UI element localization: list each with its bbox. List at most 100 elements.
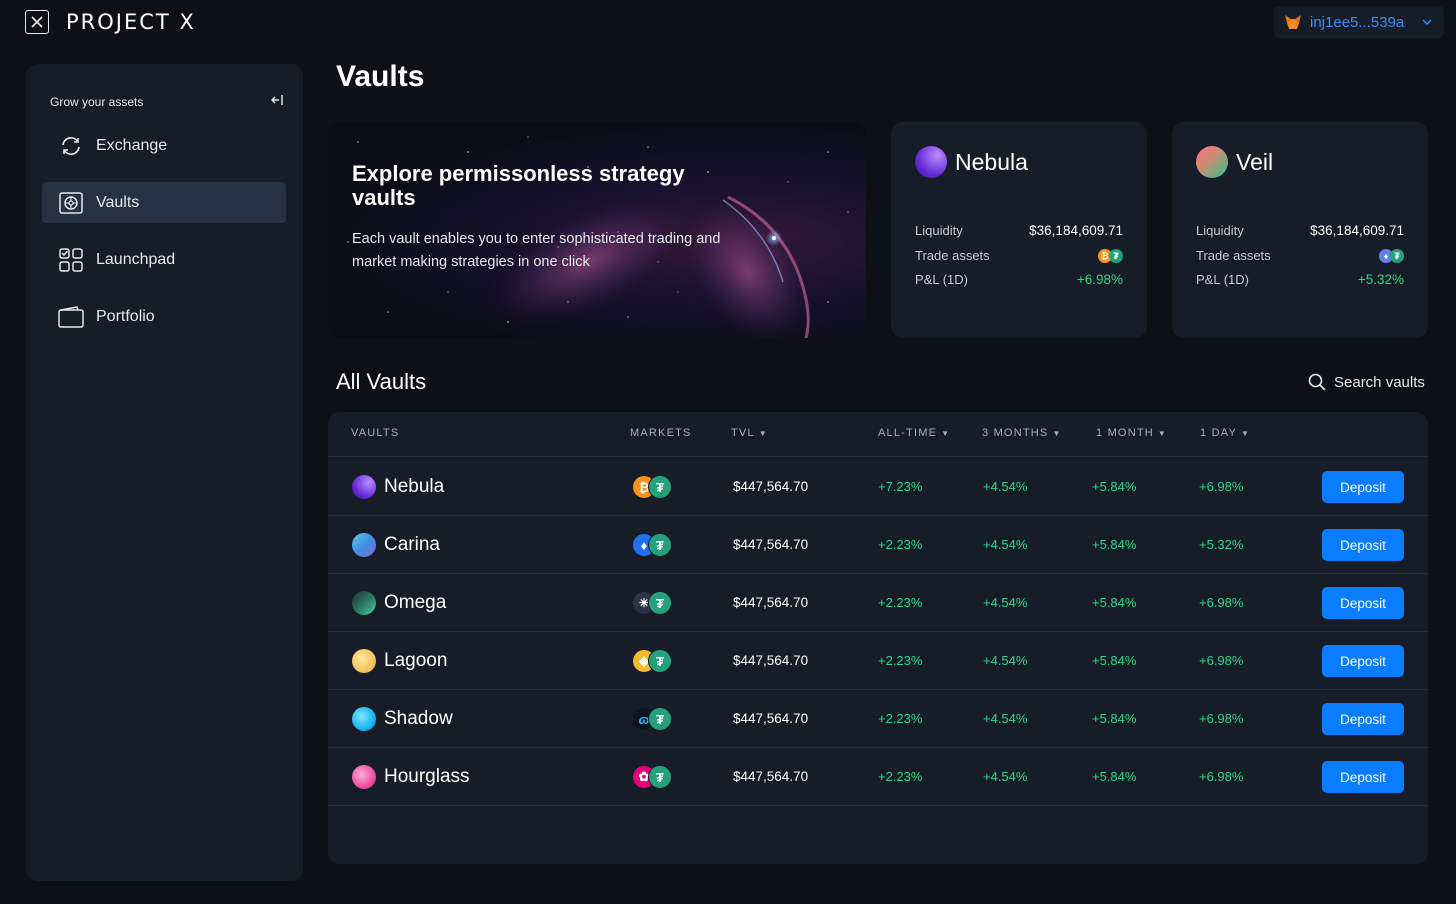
column-header-all-time[interactable]: ALL-TIME ▼ — [878, 427, 950, 439]
pnl-label: P&L (1D) — [1196, 272, 1249, 287]
vault-name: Lagoon — [384, 650, 448, 671]
1-day-return: +6.98% — [1199, 769, 1244, 784]
liquidity-label: Liquidity — [915, 223, 963, 238]
table-row[interactable]: Carina ♦ ₮ $447,564.70 +2.23% +4.54% +5.… — [328, 516, 1428, 574]
tether-icon: ₮ — [648, 649, 672, 673]
tether-icon: ₮ — [648, 765, 672, 789]
market-icons: ✿ ₮ — [632, 765, 672, 789]
sort-caret-icon: ▼ — [758, 429, 768, 438]
pnl-value: +6.98% — [1076, 272, 1123, 287]
wallet-icon — [58, 304, 84, 330]
tvl-value: $447,564.70 — [733, 769, 809, 784]
1-day-return: +6.98% — [1199, 711, 1244, 726]
hero-description: Each vault enables you to enter sophisti… — [352, 231, 721, 270]
1-month-return: +5.84% — [1092, 653, 1137, 668]
launchpad-icon — [58, 247, 84, 273]
trade-assets-label: Trade assets — [915, 248, 990, 263]
table-row[interactable]: Shadow ɷ ₮ $447,564.70 +2.23% +4.54% +5.… — [328, 690, 1428, 748]
search-placeholder: Search vaults — [1334, 373, 1425, 391]
sidebar-item-portfolio[interactable]: Portfolio — [42, 296, 286, 337]
column-header-3-months[interactable]: 3 MONTHS ▼ — [982, 427, 1062, 439]
collapse-sidebar-icon[interactable] — [270, 93, 284, 107]
market-icons: ◈ ₮ — [632, 649, 672, 673]
search-vaults-button[interactable]: Search vaults — [1308, 373, 1425, 391]
market-icons: ♦ ₮ — [632, 533, 672, 557]
trade-assets-icons: ♦ ₮ — [1379, 248, 1404, 263]
table-row[interactable]: Nebula ₿ ₮ $447,564.70 +7.23% +4.54% +5.… — [328, 458, 1428, 516]
tether-icon: ₮ — [648, 707, 672, 731]
sort-caret-icon: ▼ — [941, 429, 951, 438]
vault-name: Shadow — [384, 708, 453, 729]
search-icon — [1308, 373, 1326, 391]
tether-icon: ₮ — [1109, 248, 1123, 263]
1-day-return: +6.98% — [1199, 653, 1244, 668]
sidebar-heading: Grow your assets — [50, 95, 144, 109]
table-row[interactable]: Omega ✳ ₮ $447,564.70 +2.23% +4.54% +5.8… — [328, 574, 1428, 632]
pnl-row: P&L (1D) +6.98% — [915, 272, 1123, 287]
liquidity-row: Liquidity $36,184,609.71 — [915, 223, 1123, 238]
tvl-value: $447,564.70 — [733, 537, 809, 552]
3-month-return: +4.54% — [983, 595, 1028, 610]
vault-avatar — [352, 475, 376, 499]
trade-assets-label: Trade assets — [1196, 248, 1271, 263]
deposit-button[interactable]: Deposit — [1322, 471, 1404, 503]
featured-vault-card[interactable]: Nebula Liquidity $36,184,609.71 Trade as… — [891, 122, 1147, 338]
vault-avatar — [352, 591, 376, 615]
sort-caret-icon: ▼ — [1052, 429, 1062, 438]
sort-caret-icon: ▼ — [1157, 429, 1168, 438]
top-bar: PROJECT X inj1ee5...539a — [0, 0, 1456, 44]
1-month-return: +5.84% — [1092, 537, 1137, 552]
column-header-1-day[interactable]: 1 DAY ▼ — [1200, 427, 1250, 439]
metamask-fox-icon — [1285, 15, 1301, 29]
deposit-button[interactable]: Deposit — [1322, 645, 1404, 677]
sidebar-item-vaults[interactable]: Vaults — [42, 182, 286, 223]
3-month-return: +4.54% — [983, 537, 1028, 552]
sidebar-item-launchpad[interactable]: Launchpad — [42, 239, 286, 280]
all-time-return: +2.23% — [878, 769, 923, 784]
all-time-return: +7.23% — [878, 479, 923, 494]
deposit-button[interactable]: Deposit — [1322, 529, 1404, 561]
deposit-button[interactable]: Deposit — [1322, 761, 1404, 793]
featured-vault-card[interactable]: Veil Liquidity $36,184,609.71 Trade asse… — [1172, 122, 1428, 338]
all-time-return: +2.23% — [878, 711, 923, 726]
sort-caret-icon: ▼ — [1240, 429, 1251, 438]
vault-avatar — [915, 146, 947, 178]
wallet-address: inj1ee5...539a — [1310, 13, 1405, 31]
1-day-return: +6.98% — [1199, 595, 1244, 610]
all-vaults-title: All Vaults — [336, 369, 427, 394]
sidebar-item-label: Exchange — [96, 136, 168, 154]
liquidity-label: Liquidity — [1196, 223, 1244, 238]
vault-name: Veil — [1236, 149, 1274, 175]
1-month-return: +5.84% — [1092, 595, 1137, 610]
3-month-return: +4.54% — [983, 653, 1028, 668]
vault-avatar — [352, 533, 376, 557]
liquidity-value: $36,184,609.71 — [1310, 223, 1404, 238]
3-month-return: +4.54% — [983, 711, 1028, 726]
pnl-label: P&L (1D) — [915, 272, 968, 287]
market-icons: ₿ ₮ — [632, 475, 672, 499]
table-row[interactable]: Hourglass ✿ ₮ $447,564.70 +2.23% +4.54% … — [328, 748, 1428, 806]
all-time-return: +2.23% — [878, 653, 923, 668]
wallet-button[interactable]: inj1ee5...539a — [1274, 6, 1444, 38]
column-header-tvl[interactable]: TVL ▼ — [731, 427, 768, 439]
logo-icon[interactable] — [25, 10, 49, 34]
vault-avatar — [1196, 146, 1228, 178]
exchange-icon — [58, 133, 84, 159]
tether-icon: ₮ — [1390, 248, 1404, 263]
liquidity-row: Liquidity $36,184,609.71 — [1196, 223, 1404, 238]
1-day-return: +6.98% — [1199, 479, 1244, 494]
sidebar-item-label: Portfolio — [96, 307, 155, 325]
pnl-row: P&L (1D) +5.32% — [1196, 272, 1404, 287]
deposit-button[interactable]: Deposit — [1322, 587, 1404, 619]
vault-icon — [58, 190, 84, 216]
tether-icon: ₮ — [648, 533, 672, 557]
deposit-button[interactable]: Deposit — [1322, 703, 1404, 735]
table-row[interactable]: Lagoon ◈ ₮ $447,564.70 +2.23% +4.54% +5.… — [328, 632, 1428, 690]
1-month-return: +5.84% — [1092, 479, 1137, 494]
sidebar-item-exchange[interactable]: Exchange — [42, 125, 286, 166]
all-time-return: +2.23% — [878, 537, 923, 552]
all-time-return: +2.23% — [878, 595, 923, 610]
market-icons: ✳ ₮ — [632, 591, 672, 615]
column-header-1-month[interactable]: 1 MONTH ▼ — [1096, 427, 1167, 439]
1-month-return: +5.84% — [1092, 711, 1137, 726]
